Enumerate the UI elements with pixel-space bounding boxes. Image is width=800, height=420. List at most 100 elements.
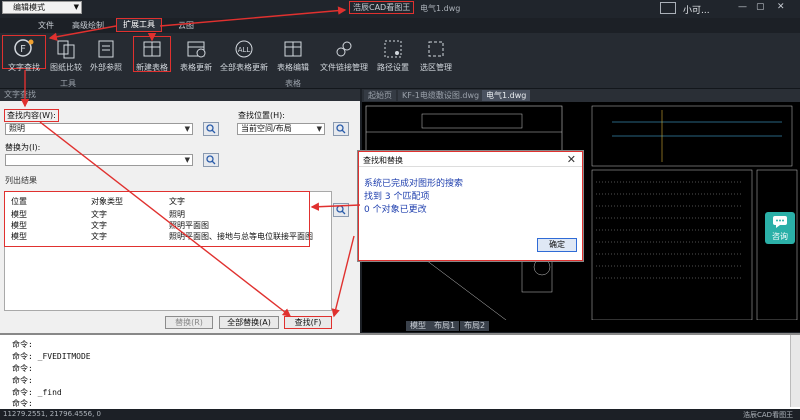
- tab-advanced-draw[interactable]: 高级绘制: [72, 19, 104, 33]
- file-title: 电气1.dwg: [420, 4, 461, 13]
- find-button[interactable]: 查找(F): [284, 316, 332, 329]
- chat-icon: [773, 216, 787, 228]
- external-reference-label: 外部参照: [90, 63, 122, 72]
- link-icon: [336, 41, 352, 57]
- pick-text-button[interactable]: [203, 122, 219, 136]
- zoom-to-result-button[interactable]: [333, 203, 349, 217]
- find-content-label: 查找内容(W):: [4, 109, 59, 122]
- chevron-down-icon: ▼: [73, 3, 79, 11]
- command-line: 命令: _FVEDITMODE: [12, 352, 91, 361]
- table-refresh-icon: [187, 41, 206, 58]
- svg-text:ALL: ALL: [238, 46, 251, 54]
- panel-header: 文字查找: [0, 89, 360, 101]
- tab-extend-tools[interactable]: 扩展工具: [116, 18, 162, 32]
- find-text-label: 文字查找: [8, 63, 40, 72]
- status-app-name: 浩辰CAD看图王: [743, 411, 794, 419]
- external-reference-button[interactable]: 外部参照: [88, 38, 124, 73]
- edit-table-button[interactable]: 表格编辑: [275, 38, 311, 73]
- maximize-icon[interactable]: ▢: [756, 2, 765, 12]
- close-icon[interactable]: ✕: [777, 2, 785, 12]
- update-table-button[interactable]: 表格更新: [178, 38, 214, 73]
- group-label-table: 表格: [285, 79, 301, 88]
- command-line: 命令:: [12, 399, 33, 408]
- find-text-icon: F: [14, 39, 34, 57]
- find-location-select[interactable]: 当前空间/布局 ▼: [237, 123, 325, 135]
- doc-tab-cable[interactable]: KF-1电缆敷设图.dwg: [398, 90, 484, 101]
- magnifier-icon: [336, 124, 346, 134]
- user-name[interactable]: 小可...: [683, 3, 710, 16]
- tab-file[interactable]: 文件: [38, 19, 54, 33]
- table-edit-icon: [284, 41, 302, 57]
- pick-replace-button[interactable]: [203, 153, 219, 167]
- doc-tab-electrical[interactable]: 电气1.dwg: [482, 90, 531, 101]
- command-line: 命令:: [12, 340, 33, 349]
- replace-all-button[interactable]: 全部替换(A): [219, 316, 279, 329]
- results-highlight: [4, 191, 310, 247]
- doc-tab-start[interactable]: 起始页: [364, 90, 396, 101]
- close-icon[interactable]: ✕: [567, 153, 576, 166]
- dialog-message-2: 找到 3 个匹配项: [364, 192, 430, 202]
- consult-label: 咨询: [772, 232, 788, 241]
- status-bar: [0, 409, 800, 420]
- refresh-all-icon: ALL: [235, 40, 253, 58]
- layout-tab-2[interactable]: 布局2: [460, 321, 490, 331]
- replace-button[interactable]: 替换(R): [165, 316, 213, 329]
- magnifier-icon: [336, 205, 346, 215]
- command-window[interactable]: [0, 333, 800, 409]
- update-all-tables-label: 全部表格更新: [220, 63, 268, 72]
- minimize-icon[interactable]: —: [738, 2, 747, 12]
- update-table-label: 表格更新: [180, 63, 212, 72]
- selection-manager-button[interactable]: 选区管理: [418, 38, 454, 73]
- selection-icon: [428, 41, 444, 57]
- chevron-down-icon: ▼: [184, 125, 190, 133]
- chevron-down-icon: ▼: [316, 125, 322, 133]
- mode-select-label: 编辑模式: [13, 3, 45, 12]
- dialog-message-3: 0 个对象已更改: [364, 205, 427, 215]
- find-content-input[interactable]: 照明 ▼: [5, 123, 193, 135]
- external-reference-icon: [98, 40, 114, 58]
- command-scrollbar[interactable]: [790, 335, 800, 407]
- mode-select[interactable]: 编辑模式 ▼: [2, 1, 82, 14]
- selection-manager-label: 选区管理: [420, 63, 452, 72]
- dialog-divider: [359, 166, 582, 167]
- compare-drawings-label: 图纸比较: [50, 63, 82, 72]
- app-title: 浩辰CAD看图王: [349, 1, 415, 14]
- replace-with-input[interactable]: ▼: [5, 154, 193, 166]
- find-content-value: 照明: [9, 124, 25, 133]
- replace-with-label: 替换为(I):: [5, 143, 41, 152]
- command-line: 命令:: [12, 364, 33, 373]
- path-settings-label: 路径设置: [377, 63, 409, 72]
- group-label-tools: 工具: [60, 79, 76, 88]
- update-all-tables-button[interactable]: ALL 全部表格更新: [220, 38, 268, 73]
- command-line: 命令:: [12, 376, 33, 385]
- results-label: 列出结果: [5, 176, 37, 185]
- magnifier-icon: [206, 155, 216, 165]
- layout-tab-1[interactable]: 布局1: [430, 321, 460, 331]
- path-settings-button[interactable]: 路径设置: [375, 38, 411, 73]
- select-area-button[interactable]: [333, 122, 349, 136]
- find-replace-dialog: 查找和替换 ✕ 系统已完成对图形的搜索 找到 3 个匹配项 0 个对象已更改 确…: [358, 151, 583, 261]
- chevron-down-icon: ▼: [184, 156, 190, 164]
- file-link-manager-button[interactable]: 文件链接管理: [318, 38, 370, 73]
- coordinates: 11279.2551, 21796.4556, 0: [3, 410, 101, 418]
- consult-button[interactable]: 咨询: [765, 212, 795, 244]
- find-location-label: 查找位置(H):: [238, 111, 285, 120]
- layout-tab-model[interactable]: 模型: [406, 321, 430, 331]
- find-location-value: 当前空间/布局: [241, 124, 292, 133]
- compare-icon: [57, 40, 75, 59]
- compare-drawings-button[interactable]: 图纸比较: [48, 38, 84, 73]
- tab-cloud[interactable]: 云图: [178, 19, 194, 33]
- dialog-message-1: 系统已完成对图形的搜索: [364, 179, 464, 189]
- svg-text:F: F: [20, 44, 26, 55]
- path-icon: [384, 40, 402, 58]
- new-table-button[interactable]: 新建表格: [134, 38, 170, 73]
- new-table-label: 新建表格: [136, 63, 168, 72]
- file-link-manager-label: 文件链接管理: [320, 63, 368, 72]
- ok-button[interactable]: 确定: [537, 238, 577, 252]
- dialog-title: 查找和替换: [363, 156, 403, 165]
- table-icon: [143, 41, 161, 57]
- magnifier-icon: [206, 124, 216, 134]
- monitor-icon: [660, 2, 676, 14]
- find-text-button[interactable]: F 文字查找: [6, 38, 42, 73]
- command-line: 命令: _find: [12, 388, 62, 397]
